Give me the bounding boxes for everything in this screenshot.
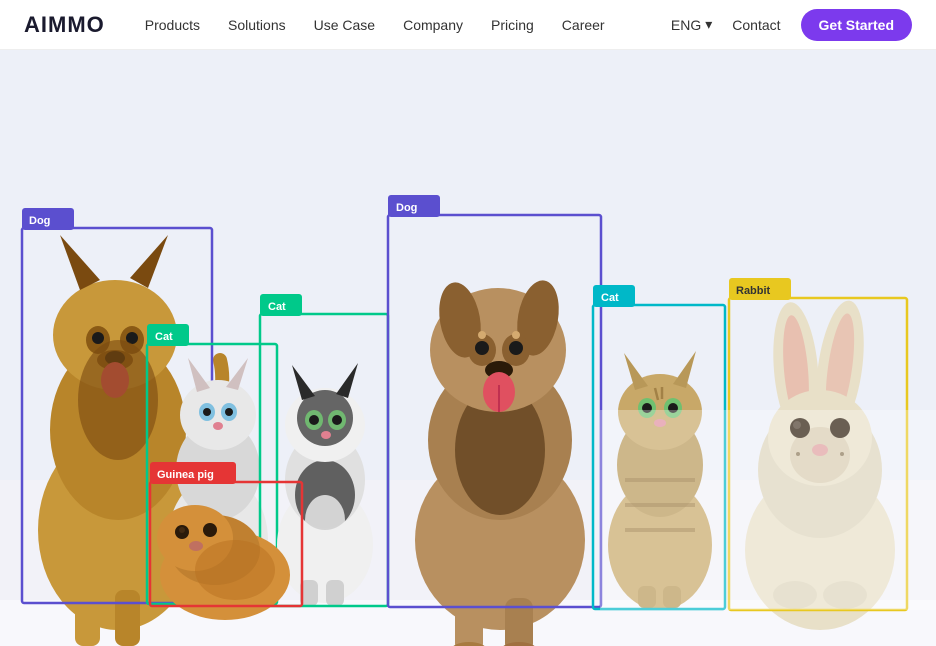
contact-link[interactable]: Contact — [732, 17, 780, 33]
nav-solutions[interactable]: Solutions — [228, 17, 286, 33]
svg-text:Dog: Dog — [29, 215, 50, 227]
nav-links: Products Solutions Use Case Company Pric… — [145, 17, 671, 33]
lang-label: ENG — [671, 17, 701, 33]
svg-text:Guinea pig: Guinea pig — [157, 469, 214, 481]
hero-svg: Dog Cat — [0, 50, 936, 646]
hero-section: Dog Cat — [0, 50, 936, 646]
svg-text:Dog: Dog — [396, 202, 417, 214]
svg-text:Cat: Cat — [268, 301, 286, 313]
lang-selector[interactable]: ENG ▾ — [671, 16, 712, 33]
nav-pricing[interactable]: Pricing — [491, 17, 534, 33]
nav-career[interactable]: Career — [562, 17, 605, 33]
get-started-button[interactable]: Get Started — [801, 9, 912, 41]
nav-company[interactable]: Company — [403, 17, 463, 33]
nav-use-case[interactable]: Use Case — [314, 17, 375, 33]
nav-right: ENG ▾ Contact Get Started — [671, 9, 912, 41]
nav-products[interactable]: Products — [145, 17, 200, 33]
logo: AIMMO — [24, 12, 105, 38]
navbar: AIMMO Products Solutions Use Case Compan… — [0, 0, 936, 50]
svg-text:Cat: Cat — [155, 331, 173, 343]
chevron-down-icon: ▾ — [705, 16, 712, 33]
svg-text:Cat: Cat — [601, 292, 619, 304]
svg-text:Rabbit: Rabbit — [736, 285, 771, 297]
